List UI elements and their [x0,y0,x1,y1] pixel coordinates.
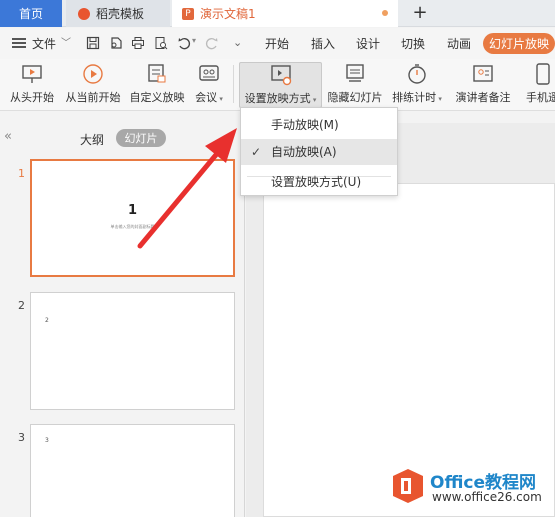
setup-show-dropdown: 手动放映(M) ✓ 自动放映(A) 设置放映方式(U) [240,107,398,196]
thumbnail-subtitle: 单击输入您的封面副标题 [110,224,155,229]
ribbon: 从头开始 从当前开始 自定义放映 会议 ▾ 设置放映方式 ▾ 隐藏幻灯片 排练计… [0,59,555,111]
hamburger-menu-icon[interactable] [12,38,26,48]
undo-icon[interactable] [177,36,191,50]
customize-toolbar-icon[interactable]: ⌄ [233,36,247,50]
meeting-label: 会议 ▾ [195,91,223,104]
menu-manual-show[interactable]: 手动放映(M) [241,112,397,138]
slide-number: 2 [18,299,25,312]
chevron-down-icon[interactable]: ﹀ [61,34,71,49]
menu-design[interactable]: 设计 [356,35,380,52]
collapse-panel-icon[interactable]: « [4,129,12,144]
rehearse-timing-button[interactable]: 排练计时 ▾ [389,62,445,108]
slide-thumbnail-1[interactable]: 1 单击输入您的封面副标题 [30,159,235,277]
thumbnail-text: 3 [45,437,49,444]
save-icon[interactable] [86,36,100,50]
tab-document[interactable]: P 演示文稿1 [172,0,398,27]
slide-thumbnail-3[interactable]: 3 [30,424,235,517]
menu-transitions[interactable]: 切换 [401,35,425,52]
new-tab-button[interactable]: + [408,2,432,24]
presenter-notes-label: 演讲者备注 [455,91,511,104]
from-start-label: 从头开始 [10,91,54,104]
presentation-file-icon: P [182,7,194,20]
watermark-url: www.office26.com [432,490,542,504]
menu-setup-show[interactable]: 设置放映方式(U) [241,169,397,195]
slide-thumbnail-2[interactable]: 2 [30,292,235,410]
thumbnail-title: 1 [127,203,138,218]
menu-auto-show[interactable]: ✓ 自动放映(A) [241,139,397,165]
meeting-icon [199,65,219,81]
setup-show-icon [270,65,291,86]
slide-number: 1 [18,167,25,180]
office-logo-icon [393,469,423,503]
undo-dropdown-icon[interactable]: ▾ [192,36,206,50]
menu-animations[interactable]: 动画 [447,35,471,52]
menu-file[interactable]: 文件 [32,35,56,52]
from-start-icon [22,65,42,83]
unsaved-dot-icon [382,10,388,16]
tab-slides[interactable]: 幻灯片 [116,129,166,147]
play-circle-icon [83,64,103,84]
tab-outline[interactable]: 大纲 [80,131,104,148]
setup-show-button[interactable]: 设置放映方式 ▾ [239,62,322,108]
custom-show-label: 自定义放映 [129,91,185,104]
menu-auto-show-label: 自动放映(A) [271,145,337,159]
redo-icon[interactable] [205,36,219,50]
tab-bar: 首页 稻壳模板 P 演示文稿1 + [0,0,555,27]
from-current-button[interactable]: 从当前开始 [62,62,124,108]
print-icon[interactable] [131,36,145,50]
menu-bar: 文件 ﹀ ▾ ⌄ 开始 插入 设计 切换 动画 幻灯片放映 [0,28,555,59]
slides-panel: « 大纲 幻灯片 1 1 单击输入您的封面副标题 2 2 3 3 [0,123,245,517]
export-icon[interactable] [109,36,123,50]
tab-straw-templates[interactable]: 稻壳模板 [66,0,170,27]
phone-icon [536,63,550,85]
tab-document-label: 演示文稿1 [200,7,256,21]
custom-show-icon [148,64,166,83]
hide-slide-button[interactable]: 隐藏幻灯片 [326,62,384,108]
menu-slideshow[interactable]: 幻灯片放映 [483,33,555,54]
from-current-label: 从当前开始 [65,91,121,104]
watermark: Office教程网 www.office26.com [388,466,555,517]
tab-home[interactable]: 首页 [0,0,62,27]
straw-icon [78,7,90,20]
from-start-button[interactable]: 从头开始 [6,62,58,108]
hide-slide-icon [346,64,364,82]
ribbon-separator [233,65,234,103]
presenter-notes-icon [473,65,493,82]
slide-number: 3 [18,431,25,444]
thumbnail-text: 2 [45,317,49,324]
setup-show-label: 设置放映方式 ▾ [244,92,317,105]
menu-home[interactable]: 开始 [265,35,289,52]
meeting-button[interactable]: 会议 ▾ [190,62,228,108]
tab-straw-label: 稻壳模板 [96,7,145,21]
rehearse-timing-label: 排练计时 ▾ [392,91,442,104]
check-icon: ✓ [251,145,262,159]
print-preview-icon[interactable] [154,36,168,50]
hide-slide-label: 隐藏幻灯片 [327,91,383,104]
stopwatch-icon [408,64,426,84]
phone-remote-label: 手机遥 [526,91,555,104]
menu-insert[interactable]: 插入 [311,35,335,52]
presenter-notes-button[interactable]: 演讲者备注 [452,62,514,108]
phone-remote-button[interactable]: 手机遥 [526,62,555,108]
custom-show-button[interactable]: 自定义放映 [127,62,187,108]
menu-setup-show-label: 设置放映方式(U) [271,175,362,189]
menu-manual-show-label: 手动放映(M) [271,118,339,132]
